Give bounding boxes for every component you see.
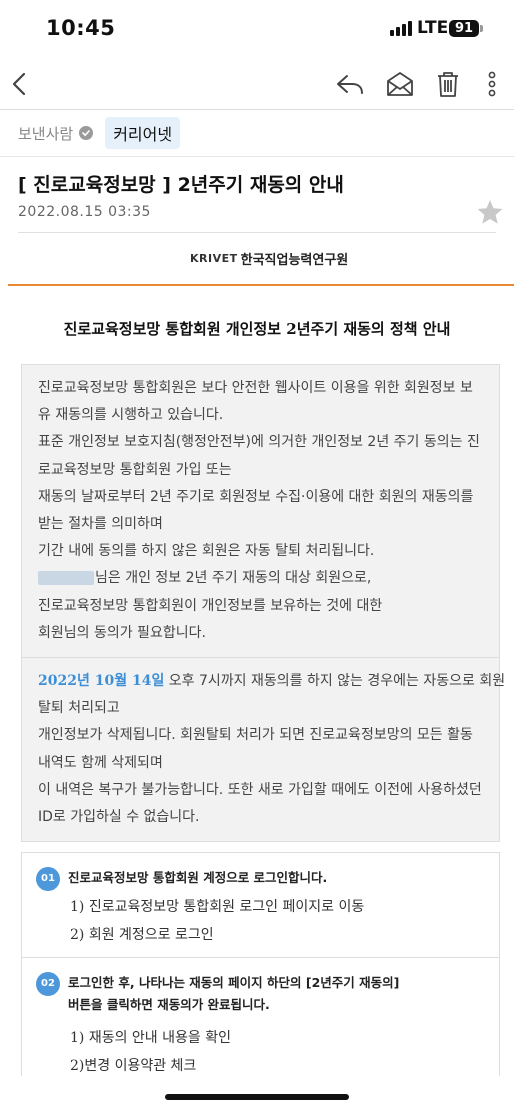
verified-check-icon (79, 126, 94, 140)
notice-line: 개인정보가 삭제됩니다. 회원탈퇴 처리가 되면 진로교육정보망의 모든 활동 (38, 727, 473, 744)
sender-name-chip[interactable]: 커리어넷 (105, 117, 181, 149)
body-title: 진로교육정보망 통합회원 개인정보 2년주기 재동의 정책 안내 (63, 320, 451, 338)
accent-line (8, 284, 514, 286)
notice-line: 이 내역은 복구가 불가능합니다. 또한 새로 가입할 때에도 이전에 사용하셨… (38, 781, 482, 798)
mail-toolbar (0, 58, 514, 110)
notice-section-2: 2022년 10월 14일 오후 7시까지 재동의를 하지 않는 경우에는 자동… (22, 657, 505, 841)
redacted-name (38, 571, 94, 586)
status-bar: 10:45 LTE 91 (0, 0, 514, 58)
notice-line: 내역도 함께 삭제되며 (38, 754, 163, 771)
notice-line: 재동의 날짜로부터 2년 주기로 회원정보 수집·이용에 대한 회원의 재동의를 (38, 488, 474, 505)
notice-line: 로교육정보망 통합회원 가입 또는 (38, 461, 232, 478)
battery-icon: 91 (449, 20, 479, 37)
notice-line: 유 재동의를 시행하고 있습니다. (38, 407, 224, 424)
step-item: 1) 재동의 안내 내용을 확인 (70, 1030, 231, 1046)
envelope-open-icon[interactable] (384, 68, 416, 100)
step-1: 01 진로교육정보망 통합회원 계정으로 로그인합니다. 1) 진로교육정보망 … (22, 853, 499, 957)
notice-line: 표준 개인정보 보호지침(행정안전부)에 의거한 개인정보 2년 주기 동의는 … (38, 434, 480, 451)
notice-line: 탈퇴 처리되고 (38, 700, 120, 717)
notice-box: 진로교육정보망 통합회원은 보다 안전한 웹사이트 이용을 위한 회원정보 보 … (21, 364, 505, 843)
notice-line: 회원님의 동의가 필요합니다. (38, 624, 206, 641)
email-date: 2022.08.15 03:35 (18, 204, 151, 220)
signal-icon (390, 20, 414, 36)
step-item: 2)변경 이용약관 체크 (70, 1058, 197, 1074)
deadline-rest: 오후 7시까지 재동의를 하지 않는 경우에는 자동으로 회원 (164, 673, 506, 690)
notice-line: 받는 절차를 의미하며 (38, 516, 163, 533)
logo-org-name: 한국직업능력연구원 (240, 252, 349, 268)
member-suffix: 님은 개인 정보 2년 주기 재동의 대상 회원으로, (95, 570, 372, 587)
divider (18, 232, 496, 233)
home-indicator[interactable] (165, 1094, 349, 1100)
notice-line: 님은 개인 정보 2년 주기 재동의 대상 회원으로, (38, 565, 483, 592)
email-subject: [ 진로교육정보망 ] 2년주기 재동의 안내 (18, 174, 344, 196)
step-heading: 버튼을 클릭하면 재동의가 완료됩니다. (68, 997, 270, 1012)
step-number-badge: 01 (36, 867, 60, 891)
step-heading: 로그인한 후, 나타나는 재동의 페이지 하단의 [2년주기 재동의] (68, 975, 400, 990)
more-vertical-icon[interactable] (476, 68, 508, 100)
notice-line: 기간 내에 동의를 하지 않은 회원은 자동 탈퇴 처리됩니다. (38, 543, 375, 560)
notice-line: 진로교육정보망 통합회원이 개인정보를 보유하는 것에 대한 (38, 597, 383, 614)
krivet-logo: KRIVET 한국직업능력연구원 (190, 246, 348, 270)
steps-box: 01 진로교육정보망 통합회원 계정으로 로그인합니다. 1) 진로교육정보망 … (21, 852, 500, 1076)
deadline-date: 2022년 10월 14일 (38, 673, 165, 690)
notice-section-1: 진로교육정보망 통합회원은 보다 안전한 웹사이트 이용을 위한 회원정보 보 … (22, 365, 499, 657)
sender-label: 보낸사람 (18, 124, 74, 143)
battery-cap (480, 25, 483, 32)
notice-line: ID로 가입하실 수 없습니다. (38, 809, 200, 826)
notice-line: 진로교육정보망 통합회원은 보다 안전한 웹사이트 이용을 위한 회원정보 보 (38, 380, 473, 396)
status-time: 10:45 (46, 16, 116, 40)
sender-row: 보낸사람 커리어넷 (18, 117, 181, 149)
chevron-left-icon[interactable] (4, 68, 36, 100)
step-heading: 진로교육정보망 통합회원 계정으로 로그인합니다. (68, 870, 328, 885)
divider (0, 156, 514, 157)
trash-icon[interactable] (432, 68, 464, 100)
step-number-badge: 02 (36, 972, 60, 996)
step-item: 2) 회원 계정으로 로그인 (70, 927, 214, 943)
logo-brand: KRIVET (190, 251, 238, 265)
notice-line: 2022년 10월 14일 오후 7시까지 재동의를 하지 않는 경우에는 자동… (38, 668, 505, 695)
star-icon[interactable] (476, 198, 504, 226)
step-2: 02 로그인한 후, 나타나는 재동의 페이지 하단의 [2년주기 재동의] 버… (22, 957, 499, 1076)
step-item: 1) 진로교육정보망 통합회원 로그인 페이지로 이동 (70, 899, 365, 915)
reply-icon[interactable] (334, 68, 366, 100)
network-label: LTE (417, 18, 449, 38)
